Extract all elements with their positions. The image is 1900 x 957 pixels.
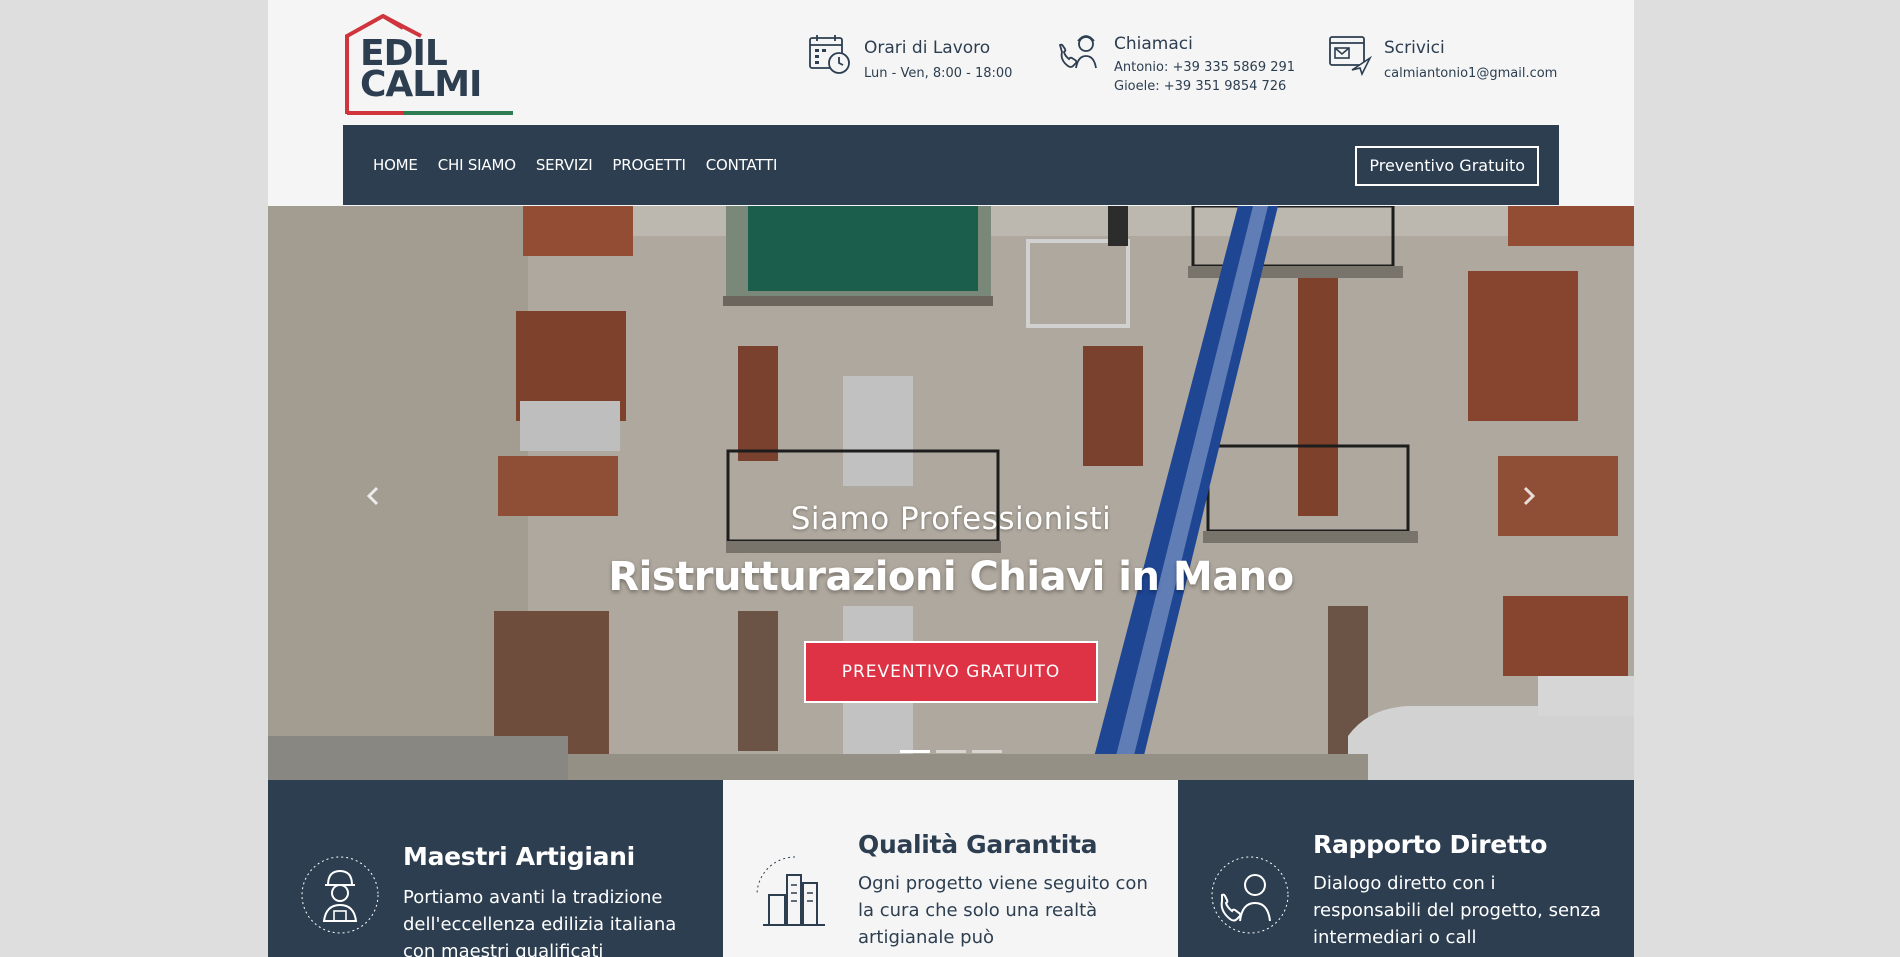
feature-maestri-artigiani: Maestri Artigiani Portiamo avanti la tra…	[268, 780, 724, 957]
feature-text: Portiamo avanti la tradizione dell'eccel…	[403, 887, 677, 957]
nav-servizi[interactable]: SERVIZI	[536, 156, 593, 174]
carousel-indicator-2[interactable]	[936, 750, 966, 753]
feature-text: Dialogo diretto con i responsabili del p…	[1313, 873, 1601, 948]
site-container: EDIL CALMI Orari di Lavoro Lun - Ven, 8:…	[268, 0, 1634, 957]
support-agent-icon	[1211, 856, 1289, 934]
hero-carousel: Siamo Professionisti Ristrutturazioni Ch…	[268, 206, 1634, 780]
feature-title: Maestri Artigiani	[403, 842, 635, 871]
nav-contatti[interactable]: CONTATTI	[706, 156, 778, 174]
feature-rapporto-diretto: Rapporto Diretto Dialogo diretto con i r…	[1178, 780, 1634, 957]
logo-line2: CALMI	[360, 64, 482, 105]
hero-subtitle: Siamo Professionisti	[790, 501, 1112, 537]
logo-text: EDIL CALMI	[360, 36, 482, 105]
main-navbar: HOME CHI SIAMO SERVIZI PROGETTI CONTATTI…	[343, 125, 1559, 205]
call-phone-gioele[interactable]: Gioele: +39 351 9854 726	[1114, 77, 1295, 96]
logo[interactable]: EDIL CALMI	[343, 13, 515, 116]
hours-info: Orari di Lavoro Lun - Ven, 8:00 - 18:00	[808, 32, 1012, 83]
feature-text: Ogni progetto viene seguito con la cura …	[858, 873, 1148, 948]
nav-home[interactable]: HOME	[373, 156, 418, 174]
feature-title: Rapporto Diretto	[1313, 830, 1548, 859]
call-info: Chiamaci Antonio: +39 335 5869 291 Gioel…	[1058, 28, 1295, 96]
carousel-indicator-3[interactable]	[972, 750, 1002, 753]
phone-worker-icon	[1058, 35, 1097, 69]
hero-title: Ristrutturazioni Chiavi in Mano	[608, 554, 1294, 600]
hours-detail: Lun - Ven, 8:00 - 18:00	[864, 66, 1013, 81]
carousel-indicators	[900, 750, 1002, 753]
write-title: Scrivici	[1384, 38, 1445, 58]
email-link[interactable]: calmiantonio1@gmail.com	[1384, 64, 1557, 83]
hero-preventivo-button[interactable]: PREVENTIVO GRATUITO	[804, 641, 1098, 703]
email-icon	[1329, 36, 1372, 76]
hours-title: Orari di Lavoro	[864, 38, 991, 58]
nav-chi-siamo[interactable]: CHI SIAMO	[438, 156, 516, 174]
feature-qualita-garantita: Qualità Garantita Ogni progetto viene se…	[723, 780, 1179, 957]
call-phone-antonio[interactable]: Antonio: +39 335 5869 291	[1114, 58, 1295, 77]
calendar-clock-icon	[809, 35, 850, 74]
feature-title: Qualità Garantita	[858, 830, 1098, 859]
call-title: Chiamaci	[1114, 34, 1193, 54]
nav-progetti[interactable]: PROGETTI	[612, 156, 685, 174]
carousel-indicator-1[interactable]	[900, 750, 930, 753]
email-info: Scrivici calmiantonio1@gmail.com	[1328, 32, 1557, 83]
nav-preventivo-button[interactable]: Preventivo Gratuito	[1355, 146, 1539, 186]
construction-worker-icon	[301, 856, 379, 934]
buildings-icon	[756, 856, 825, 926]
